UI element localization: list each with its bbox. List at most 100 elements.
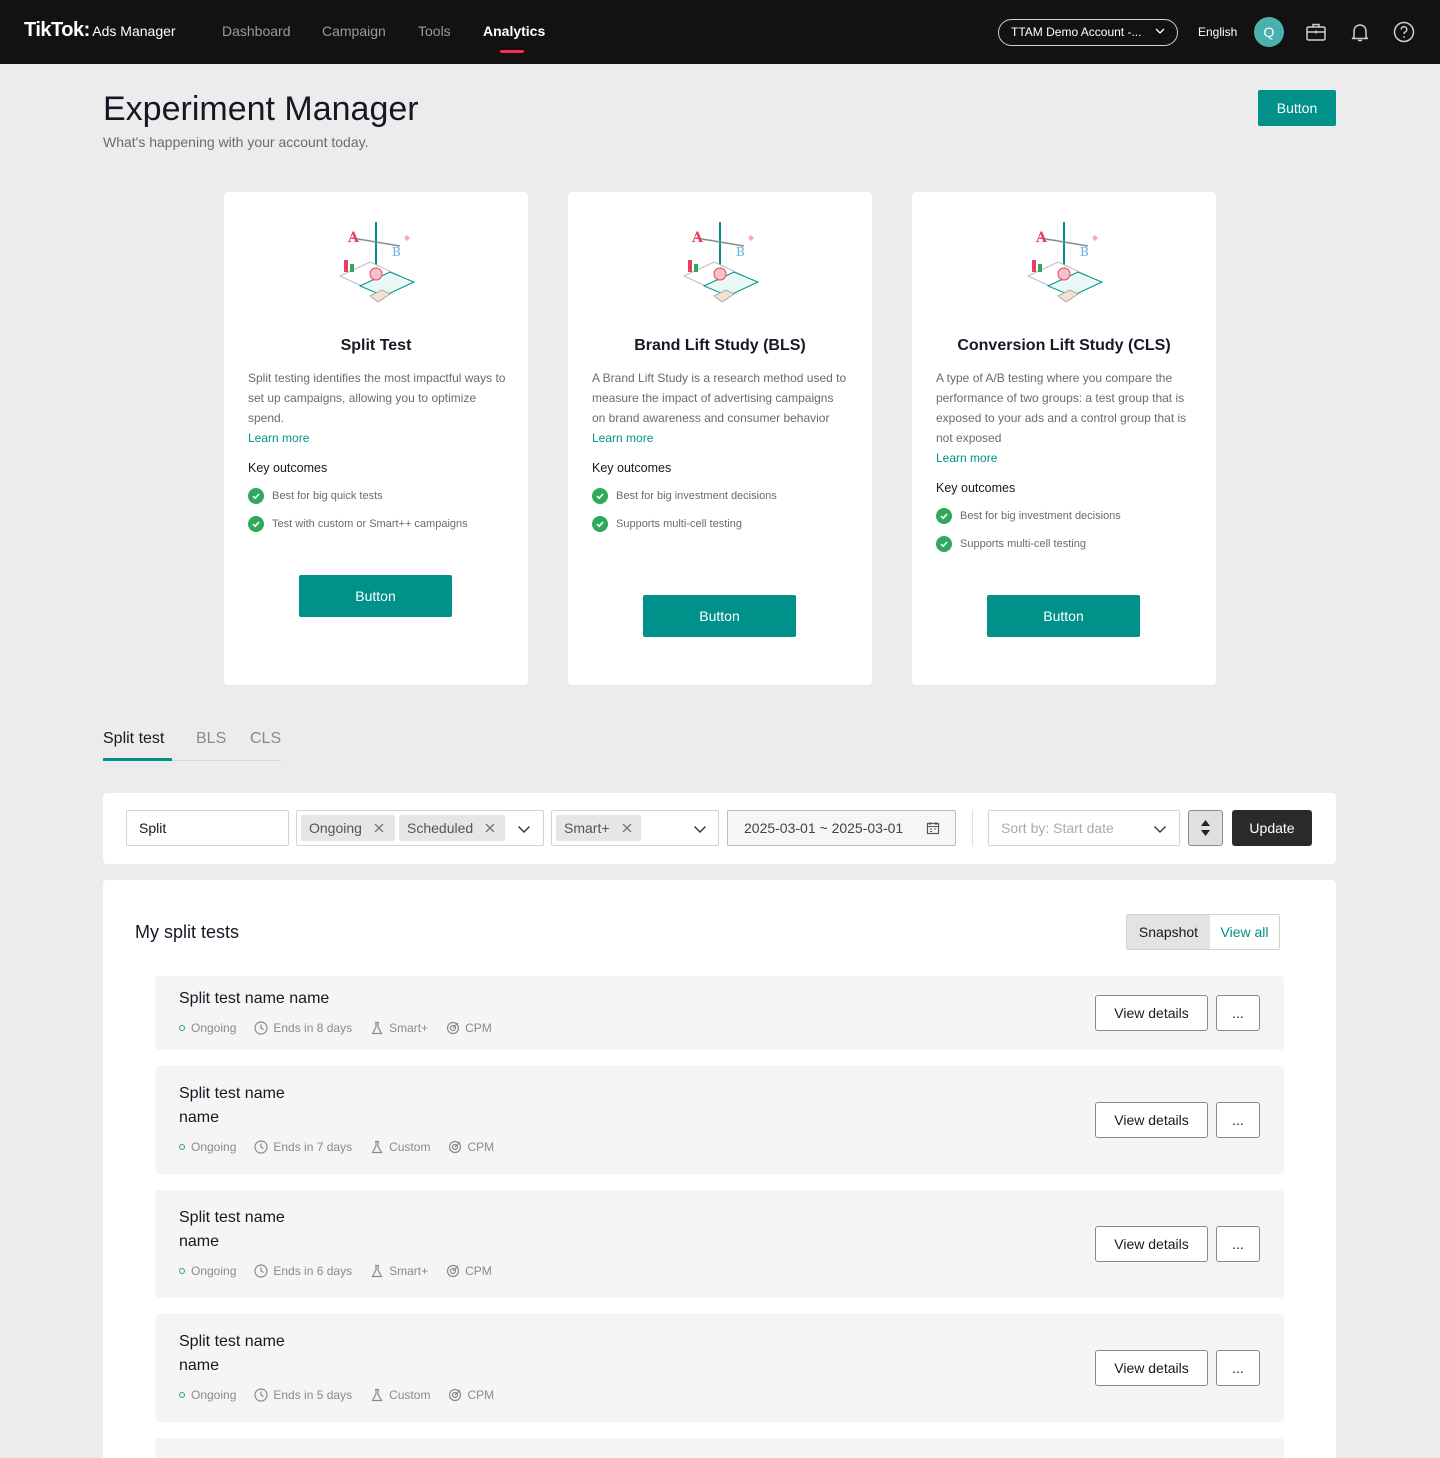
status-text: Ongoing [191,1388,237,1402]
status-dot [179,1025,185,1031]
toggle-view-all[interactable]: View all [1210,915,1279,949]
status-text: Ongoing [191,1264,237,1278]
target-icon [447,1264,460,1278]
close-icon[interactable] [484,822,496,834]
sort-order-toggle[interactable] [1188,810,1223,846]
view-details-button[interactable]: View details [1095,995,1208,1031]
create-cls-button[interactable]: Button [987,595,1140,637]
chip-label: Smart+ [564,820,610,836]
create-bls-button[interactable]: Button [643,595,796,637]
header-primary-button[interactable]: Button [1258,90,1336,126]
campaign-type-text: Custom [389,1388,431,1402]
tiktok-logo[interactable]: TikTok: Ads Manager [24,19,176,42]
sort-select[interactable]: Sort by: Start date [988,810,1180,846]
nav-campaign[interactable]: Campaign [322,23,386,39]
clock-icon [254,1264,268,1278]
outcome-item: Test with custom or Smart++ campaigns [248,514,506,534]
clock-icon [254,1140,268,1154]
help-icon[interactable] [1392,20,1416,44]
avatar[interactable]: Q [1254,17,1284,47]
view-details-button[interactable]: View details [1095,1226,1208,1262]
list-item[interactable]: Split test name name Ongoing Ends in 6 d… [155,1190,1284,1298]
metric-text: CPM [467,1140,495,1154]
more-options-button[interactable]: ... [1216,1350,1260,1386]
key-outcomes-label: Key outcomes [248,461,328,475]
chevron-down-icon [1155,28,1165,34]
bell-icon[interactable] [1348,20,1372,44]
account-selector[interactable]: TTAM Demo Account -... [998,19,1178,46]
campaign-type-multiselect[interactable]: Smart+ [551,810,719,846]
toggle-snapshot[interactable]: Snapshot [1127,915,1210,949]
list-item[interactable] [155,1438,1284,1458]
outcome-text: Test with custom or Smart++ campaigns [272,518,468,530]
learn-more-link[interactable]: Learn more [248,428,506,448]
view-details-button[interactable]: View details [1095,1102,1208,1138]
search-input[interactable]: Split [126,810,289,846]
nav-active-indicator [500,50,524,53]
target-icon [449,1388,462,1402]
learn-more-link[interactable]: Learn more [936,448,1194,468]
nav-dashboard[interactable]: Dashboard [222,23,291,39]
card-description: A type of A/B testing where you compare … [936,371,1187,445]
key-outcomes-label: Key outcomes [936,481,1016,495]
date-range-picker[interactable]: 2025-03-01 ~ 2025-03-01 [727,810,956,846]
list-item[interactable]: Split test name name Ongoing Ends in 5 d… [155,1314,1284,1422]
test-name: Split test name name [179,1333,285,1374]
learn-more-link[interactable]: Learn more [592,428,850,448]
nav-analytics[interactable]: Analytics [483,23,545,39]
card-conversion-lift-study: A B Conversion Lift Study (CLS) A type o… [912,192,1216,685]
status-badge: Ongoing [179,1140,236,1154]
check-circle-icon [592,488,608,504]
target-icon [449,1140,462,1154]
list-item[interactable]: Split test name name Ongoing Ends in 8 d… [155,976,1284,1050]
test-meta: Ongoing Ends in 7 days Custom CPM [179,1140,512,1154]
status-chip-scheduled: Scheduled [399,815,505,841]
flask-icon [371,1021,383,1035]
nav-tools[interactable]: Tools [418,23,451,39]
chip-label: Scheduled [407,820,474,836]
check-circle-icon [592,516,608,532]
date-range-value: 2025-03-01 ~ 2025-03-01 [744,820,904,836]
ends-text: Ends in 8 days [273,1021,353,1035]
outcome-item: Best for big investment decisions [936,506,1194,526]
experiment-illustration: A B [682,222,760,303]
metric-text: CPM [465,1021,492,1035]
status-badge: Ongoing [179,1264,236,1278]
filter-divider [972,810,973,846]
close-icon[interactable] [621,822,633,834]
clock-icon [254,1388,268,1402]
top-nav: TikTok: Ads Manager Dashboard Campaign T… [0,0,1440,64]
more-options-button[interactable]: ... [1216,1102,1260,1138]
more-options-button[interactable]: ... [1216,995,1260,1031]
account-name: TTAM Demo Account -... [1011,25,1142,39]
close-icon[interactable] [373,822,385,834]
ends-text: Ends in 6 days [273,1264,353,1278]
ends-text: Ends in 7 days [273,1140,353,1154]
flask-icon [371,1264,383,1278]
tab-split-test[interactable]: Split test [103,730,164,748]
filter-bar: Split Ongoing Scheduled Smart+ 2025-03-0… [103,793,1336,864]
svg-text:B: B [736,245,745,259]
status-text: Ongoing [191,1021,237,1035]
update-button[interactable]: Update [1232,810,1312,846]
split-tests-panel: My split tests Snapshot View all Split t… [103,880,1336,1458]
view-details-button[interactable]: View details [1095,1350,1208,1386]
outcome-item: Supports multi-cell testing [936,534,1194,554]
language-selector[interactable]: English [1198,25,1237,39]
clock-icon [254,1021,268,1035]
list-item[interactable]: Split test name name Ongoing Ends in 7 d… [155,1066,1284,1174]
logo-subtitle: Ads Manager [92,23,176,39]
tab-bls[interactable]: BLS [196,730,226,748]
panel-title: My split tests [135,922,240,942]
tab-active-indicator [103,758,172,761]
create-split-test-button[interactable]: Button [299,575,452,617]
status-multiselect[interactable]: Ongoing Scheduled [296,810,544,846]
tab-cls[interactable]: CLS [250,730,281,748]
more-options-button[interactable]: ... [1216,1226,1260,1262]
card-title: Conversion Lift Study (CLS) [957,337,1171,354]
sort-placeholder: Sort by: Start date [1001,820,1114,836]
outcome-item: Best for big quick tests [248,486,506,506]
card-title: Brand Lift Study (BLS) [634,337,806,354]
briefcase-icon[interactable] [1304,20,1328,44]
chip-label: Ongoing [309,820,362,836]
